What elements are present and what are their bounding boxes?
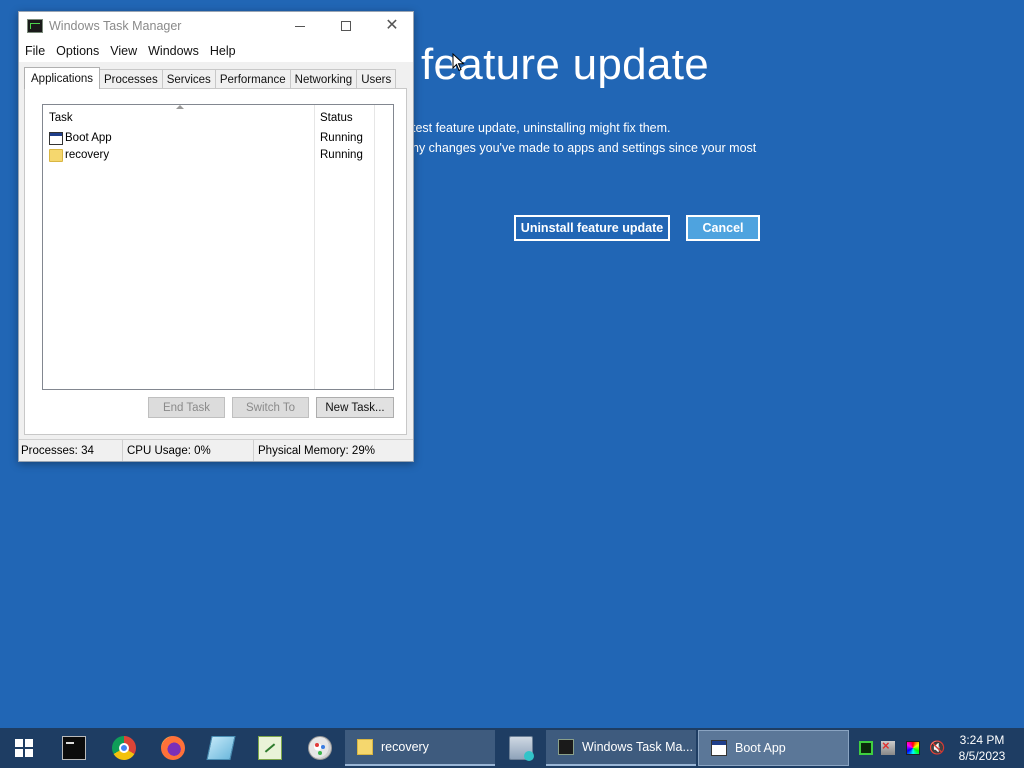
- physical-memory: Physical Memory: 29%: [258, 444, 375, 457]
- menu-bar: File Options View Windows Help: [19, 40, 413, 62]
- description-line-2: ny changes you've made to apps and setti…: [412, 141, 757, 155]
- column-header-status[interactable]: Status: [320, 112, 353, 124]
- tab-users[interactable]: Users: [356, 69, 397, 89]
- task-manager-window: Windows Task Manager ✕ File Options View…: [18, 11, 414, 462]
- folder-icon: [49, 149, 63, 162]
- taskbar-button-task-manager[interactable]: Windows Task Ma...: [546, 730, 696, 766]
- tab-networking[interactable]: Networking: [289, 69, 358, 89]
- applications-panel: Task Status Boot App Running recovery Ru…: [24, 88, 407, 435]
- sort-ascending-icon: [176, 105, 184, 109]
- command-prompt-icon[interactable]: [62, 736, 86, 760]
- network-drive-icon[interactable]: [509, 736, 534, 761]
- processes-count: Processes: 34: [19, 440, 123, 461]
- taskbar: recovery Windows Task Ma... Boot App 🔇 3…: [0, 728, 1024, 768]
- list-header: Task Status: [43, 105, 393, 129]
- close-icon: ✕: [385, 17, 399, 34]
- new-task-button[interactable]: New Task...: [316, 397, 394, 418]
- task-status: Running: [320, 132, 363, 144]
- window-title: Windows Task Manager: [49, 19, 182, 33]
- volume-muted-icon[interactable]: 🔇: [929, 741, 945, 755]
- status-bar: Processes: 34 CPU Usage: 0% Physical Mem…: [19, 439, 413, 461]
- taskbar-button-recovery[interactable]: recovery: [345, 730, 495, 766]
- task-name: recovery: [65, 149, 110, 161]
- paint-icon[interactable]: [308, 736, 332, 760]
- minimize-button[interactable]: [277, 12, 323, 40]
- chrome-icon[interactable]: [112, 736, 136, 760]
- switch-to-button[interactable]: Switch To: [232, 397, 309, 418]
- folder-icon: [357, 739, 373, 755]
- task-name: Boot App: [65, 132, 112, 144]
- menu-windows[interactable]: Windows: [144, 44, 203, 58]
- end-task-button[interactable]: End Task: [148, 397, 225, 418]
- list-item[interactable]: Boot App Running: [49, 131, 379, 148]
- taskbar-button-label: Windows Task Ma...: [582, 740, 693, 754]
- cancel-button[interactable]: Cancel: [686, 215, 760, 241]
- taskbar-button-boot-app[interactable]: Boot App: [698, 730, 849, 766]
- tab-strip: Applications Processes Services Performa…: [24, 67, 397, 89]
- task-manager-icon: [27, 19, 43, 33]
- color-tray-icon[interactable]: [906, 741, 920, 755]
- menu-view[interactable]: View: [106, 44, 141, 58]
- task-list[interactable]: Task Status Boot App Running recovery Ru…: [42, 104, 394, 390]
- clock-time: 3:24 PM: [959, 733, 1005, 747]
- tab-performance[interactable]: Performance: [214, 69, 291, 89]
- title-bar[interactable]: Windows Task Manager ✕: [19, 12, 413, 40]
- clock-date: 8/5/2023: [958, 749, 1006, 763]
- network-disconnected-icon[interactable]: [881, 738, 895, 755]
- maximize-icon: [341, 21, 351, 31]
- description-line-1: test feature update, uninstalling might …: [412, 121, 671, 135]
- column-header-task[interactable]: Task: [49, 112, 73, 124]
- taskbar-button-label: recovery: [381, 740, 429, 754]
- windows-logo-icon: [15, 739, 33, 757]
- firefox-icon[interactable]: [161, 736, 185, 760]
- taskbar-button-label: Boot App: [735, 741, 786, 755]
- system-clock[interactable]: 3:24 PM 8/5/2023: [952, 732, 1012, 764]
- performance-tray-icon[interactable]: [859, 741, 873, 755]
- notes-icon[interactable]: [206, 736, 236, 760]
- minimize-icon: [295, 25, 305, 27]
- menu-options[interactable]: Options: [52, 44, 103, 58]
- editor-icon[interactable]: [258, 736, 282, 760]
- list-item[interactable]: recovery Running: [49, 148, 379, 165]
- maximize-button[interactable]: [323, 12, 369, 40]
- menu-file[interactable]: File: [21, 44, 49, 58]
- task-status: Running: [320, 149, 363, 161]
- window-icon: [49, 132, 63, 145]
- uninstall-feature-update-button[interactable]: Uninstall feature update: [514, 215, 670, 241]
- cpu-usage: CPU Usage: 0%: [123, 440, 254, 461]
- start-button[interactable]: [0, 728, 48, 768]
- task-manager-icon: [558, 739, 574, 755]
- menu-help[interactable]: Help: [206, 44, 240, 58]
- tab-processes[interactable]: Processes: [99, 69, 163, 89]
- tab-services[interactable]: Services: [161, 69, 216, 89]
- window-icon: [711, 740, 727, 756]
- close-button[interactable]: ✕: [369, 12, 415, 40]
- tab-applications[interactable]: Applications: [24, 67, 101, 89]
